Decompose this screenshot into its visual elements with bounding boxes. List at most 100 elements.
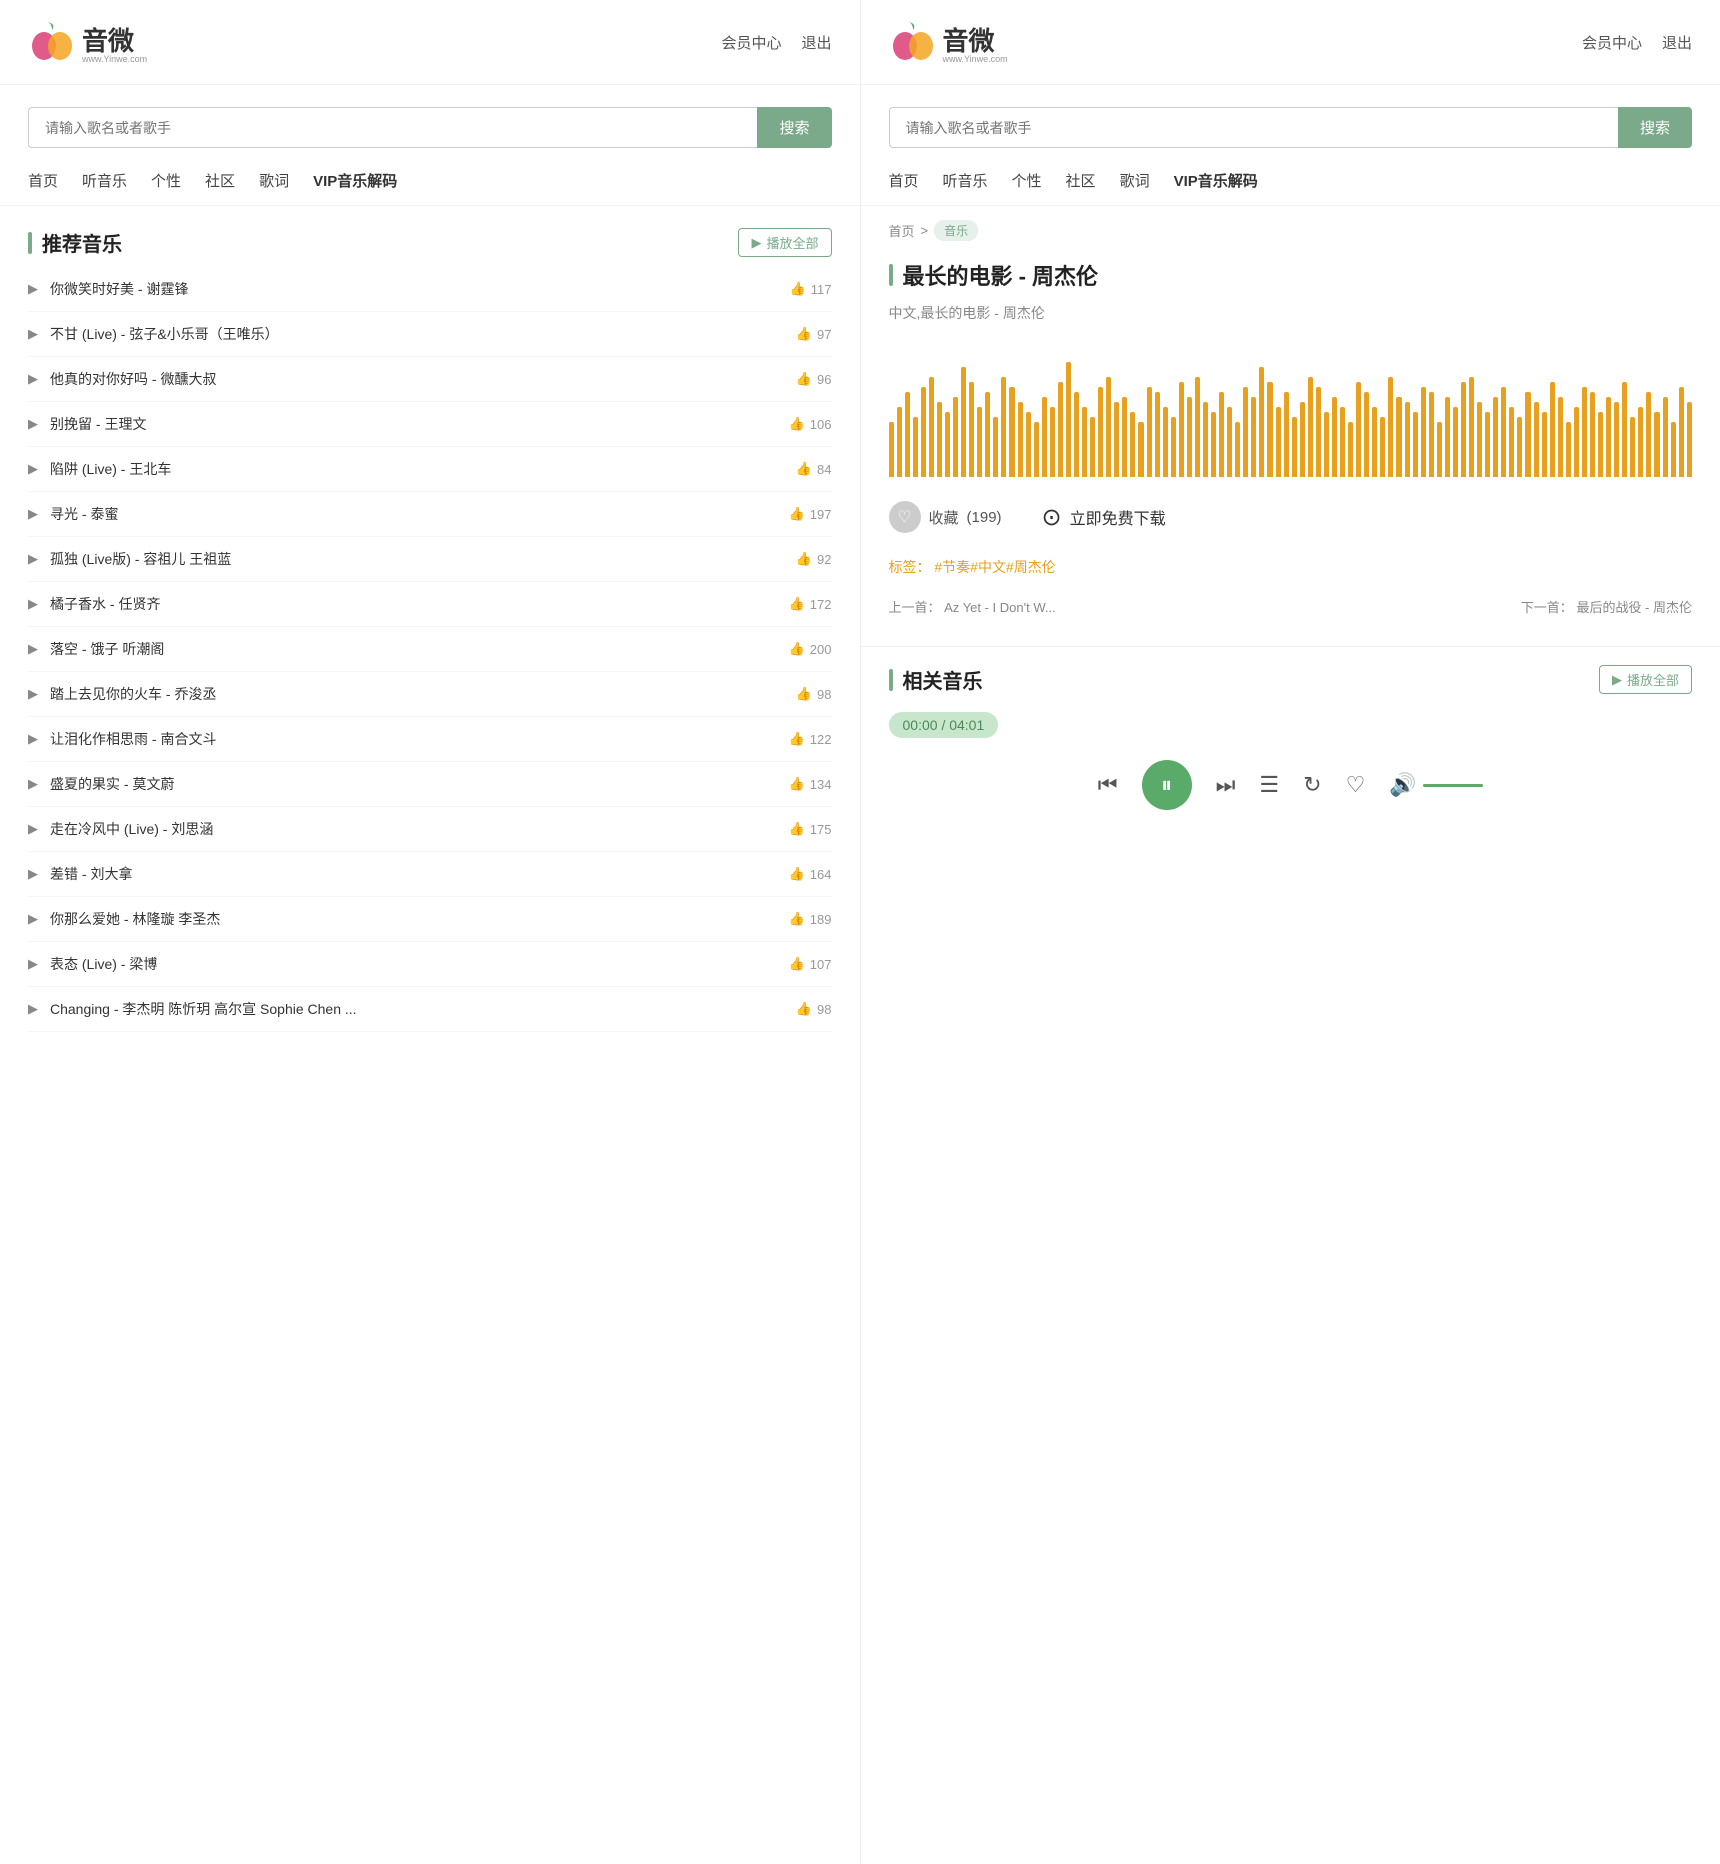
right-search-input[interactable] [889,107,1618,148]
volume-bar[interactable] [1423,784,1483,787]
song-right-2: 👍 96 [796,371,832,387]
play-icon-8: ▶ [28,641,38,657]
song-likes-8: 200 [810,642,832,657]
left-nav-menu: 首页 听音乐 个性 社区 歌词 VIP音乐解码 [0,170,860,206]
nav-vip-right[interactable]: VIP音乐解码 [1174,170,1258,191]
wave-bar [1485,412,1490,477]
nav-lyrics-right[interactable]: 歌词 [1120,170,1150,191]
prev-track-button[interactable]: ⏮ [1098,772,1118,798]
song-item[interactable]: ▶ 你那么爱她 - 林隆璇 李圣杰 👍 189 [28,897,832,942]
left-panel: 音微 www.Yinwe.com 会员中心 退出 搜索 首页 听音乐 个性 社区… [0,0,860,1864]
member-center-link-right[interactable]: 会员中心 [1582,32,1642,53]
tags[interactable]: #节奏#中文#周杰伦 [934,559,1055,575]
player-section: 相关音乐 ▶ 播放全部 00:00 / 04:01 ⏮ ⏸ ⏭ ☰ ↻ ♡ 🔊 [861,646,1720,824]
song-left-4: ▶ 陷阱 (Live) - 王北车 [28,459,171,479]
wave-bar [1018,402,1023,477]
wave-bar [1267,382,1272,477]
wave-bar [1324,412,1329,477]
left-search-input[interactable] [28,107,757,148]
wave-bar [1276,407,1281,477]
next-track-button[interactable]: ⏭ [1216,772,1236,798]
wave-bar [897,407,902,477]
wave-bar [1050,407,1055,477]
song-name-2: 他真的对你好吗 - 微醺大叔 [50,369,216,389]
thumb-icon-11: 👍 [789,776,805,792]
song-likes-12: 175 [810,822,832,837]
play-pause-button[interactable]: ⏸ [1142,760,1192,810]
right-search-button[interactable]: 搜索 [1618,107,1692,148]
song-item[interactable]: ▶ 差错 - 刘大拿 👍 164 [28,852,832,897]
song-likes-7: 172 [810,597,832,612]
song-left-11: ▶ 盛夏的果实 - 莫文蔚 [28,774,174,794]
breadcrumb-home[interactable]: 首页 [889,221,915,240]
wave-bar [1203,402,1208,477]
nav-community-right[interactable]: 社区 [1066,170,1096,191]
wave-bar [1147,387,1152,477]
wave-bar [1001,377,1006,477]
wave-bar [1525,392,1530,477]
nav-music-left[interactable]: 听音乐 [82,170,127,191]
song-item[interactable]: ▶ 不甘 (Live) - 弦子&小乐哥（王唯乐） 👍 97 [28,312,832,357]
nav-music-right[interactable]: 听音乐 [943,170,988,191]
playlist-button[interactable]: ☰ [1259,772,1279,798]
song-item[interactable]: ▶ 陷阱 (Live) - 王北车 👍 84 [28,447,832,492]
song-name-11: 盛夏的果实 - 莫文蔚 [50,774,174,794]
song-item[interactable]: ▶ 表态 (Live) - 梁博 👍 107 [28,942,832,987]
song-item[interactable]: ▶ 别挽留 - 王理文 👍 106 [28,402,832,447]
next-song[interactable]: 下一首： 最后的战役 - 周杰伦 [1521,597,1692,616]
song-name-4: 陷阱 (Live) - 王北车 [50,459,171,479]
play-icon-12: ▶ [28,821,38,837]
nav-home-left[interactable]: 首页 [28,170,58,191]
left-search-button[interactable]: 搜索 [757,107,831,148]
song-item[interactable]: ▶ 橘子香水 - 任贤齐 👍 172 [28,582,832,627]
song-item[interactable]: ▶ 寻光 - 泰蜜 👍 197 [28,492,832,537]
wave-bar [937,402,942,477]
download-button[interactable]: ⊙ 立即免费下载 [1042,503,1166,532]
member-center-link-left[interactable]: 会员中心 [721,32,781,53]
wave-bar [1606,397,1611,477]
wave-bar [1469,377,1474,477]
wave-bar [993,417,998,477]
thumb-icon-3: 👍 [789,416,805,432]
play-icon-16: ▶ [28,1001,38,1017]
time-display: 00:00 / 04:01 [889,712,999,738]
song-item[interactable]: ▶ 让泪化作相思雨 - 南合文斗 👍 122 [28,717,832,762]
breadcrumb-tag[interactable]: 音乐 [934,220,978,241]
wave-bar [1138,422,1143,477]
right-header: 音微 www.Yinwe.com 会员中心 退出 [861,0,1720,85]
nav-personal-right[interactable]: 个性 [1012,170,1042,191]
like-button[interactable]: ♡ [1346,772,1366,798]
left-play-all-btn[interactable]: ▶ 播放全部 [738,228,831,257]
nav-lyrics-left[interactable]: 歌词 [259,170,289,191]
volume-icon[interactable]: 🔊 [1389,772,1416,798]
action-row: ♡ 收藏 (199) ⊙ 立即免费下载 [861,487,1720,547]
related-play-all-btn[interactable]: ▶ 播放全部 [1599,665,1692,694]
nav-vip-left[interactable]: VIP音乐解码 [313,170,397,191]
song-item[interactable]: ▶ 踏上去见你的火车 - 乔浚丞 👍 98 [28,672,832,717]
song-item[interactable]: ▶ 落空 - 饿子 听潮阁 👍 200 [28,627,832,672]
wave-bar [1405,402,1410,477]
wave-bar [1292,417,1297,477]
song-item[interactable]: ▶ 孤独 (Live版) - 容祖儿 王祖蓝 👍 92 [28,537,832,582]
song-item[interactable]: ▶ 盛夏的果实 - 莫文蔚 👍 134 [28,762,832,807]
nav-community-left[interactable]: 社区 [205,170,235,191]
wave-bar [961,367,966,477]
nav-personal-left[interactable]: 个性 [151,170,181,191]
song-item[interactable]: ▶ 他真的对你好吗 - 微醺大叔 👍 96 [28,357,832,402]
play-icon-5: ▶ [28,506,38,522]
prev-song[interactable]: 上一首： Az Yet - I Don't W... [889,597,1056,616]
logout-link-right[interactable]: 退出 [1662,32,1692,53]
thumb-icon-5: 👍 [789,506,805,522]
play-icon-1: ▶ [28,326,38,342]
section-bar-left [28,232,32,254]
repeat-button[interactable]: ↻ [1303,772,1321,798]
song-right-12: 👍 175 [789,821,832,837]
song-item[interactable]: ▶ Changing - 李杰明 陈忻玥 高尔宣 Sophie Chen ...… [28,987,832,1032]
wave-bar [1542,412,1547,477]
song-likes-16: 98 [817,1002,831,1017]
collect-button[interactable]: ♡ 收藏 (199) [889,501,1002,533]
song-item[interactable]: ▶ 走在冷风中 (Live) - 刘思涵 👍 175 [28,807,832,852]
song-item[interactable]: ▶ 你微笑时好美 - 谢霆锋 👍 117 [28,267,832,312]
nav-home-right[interactable]: 首页 [889,170,919,191]
logout-link-left[interactable]: 退出 [801,32,831,53]
